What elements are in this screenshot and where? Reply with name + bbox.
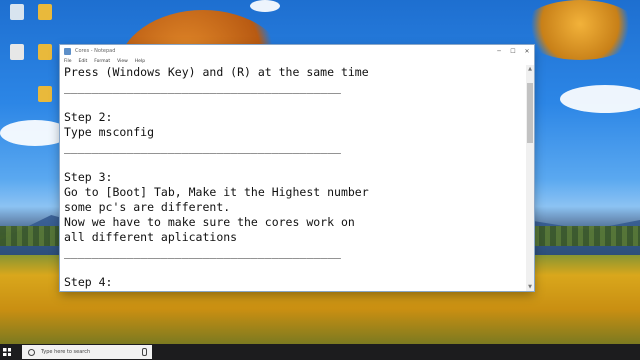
desktop-icon-folder[interactable] <box>30 44 60 60</box>
notepad-icon <box>64 47 71 55</box>
minimize-icon: ─ <box>497 47 501 55</box>
scroll-up-icon[interactable]: ▲ <box>526 65 534 73</box>
folder-icon <box>38 86 52 102</box>
maximize-icon: ☐ <box>510 47 516 55</box>
search-box[interactable]: Type here to search <box>22 345 152 359</box>
vertical-scrollbar[interactable]: ▲ ▼ <box>526 65 534 291</box>
desktop-icon-folder[interactable] <box>30 86 60 102</box>
cloud <box>250 0 280 12</box>
desktop-icon-folder[interactable] <box>30 4 60 20</box>
folder-icon <box>38 44 52 60</box>
menu-view[interactable]: View <box>117 59 128 64</box>
notepad-window[interactable]: Cores - Notepad ─ ☐ ✕ File Edit Format V… <box>60 45 534 291</box>
desktop-icon-recycle-bin[interactable] <box>2 4 32 20</box>
taskbar: Type here to search <box>0 344 640 360</box>
desktop-icon-file[interactable] <box>2 44 32 60</box>
document-text[interactable]: Press (Windows Key) and (R) at the same … <box>60 65 526 291</box>
menu-edit[interactable]: Edit <box>79 59 88 64</box>
file-icon <box>10 44 24 60</box>
start-button[interactable] <box>0 344 14 360</box>
title-bar[interactable]: Cores - Notepad ─ ☐ ✕ <box>60 45 534 57</box>
window-title: Cores - Notepad <box>75 48 116 54</box>
search-placeholder: Type here to search <box>41 349 91 355</box>
menu-help[interactable]: Help <box>135 59 145 64</box>
folder-icon <box>38 4 52 20</box>
text-editor-area[interactable]: Press (Windows Key) and (R) at the same … <box>60 65 526 291</box>
scrollbar-thumb[interactable] <box>527 83 533 143</box>
microphone-icon[interactable] <box>142 348 147 356</box>
close-button[interactable]: ✕ <box>520 45 534 57</box>
windows-logo-icon <box>3 348 11 356</box>
maximize-button[interactable]: ☐ <box>506 45 520 57</box>
cloud <box>560 85 640 113</box>
menu-bar: File Edit Format View Help <box>60 57 534 65</box>
minimize-button[interactable]: ─ <box>492 45 506 57</box>
search-icon <box>28 348 35 356</box>
close-icon: ✕ <box>524 47 530 55</box>
menu-format[interactable]: Format <box>94 59 110 64</box>
scroll-down-icon[interactable]: ▼ <box>526 283 534 291</box>
recycle-bin-icon <box>10 4 24 20</box>
menu-file[interactable]: File <box>64 59 72 64</box>
autumn-tree <box>520 0 640 60</box>
